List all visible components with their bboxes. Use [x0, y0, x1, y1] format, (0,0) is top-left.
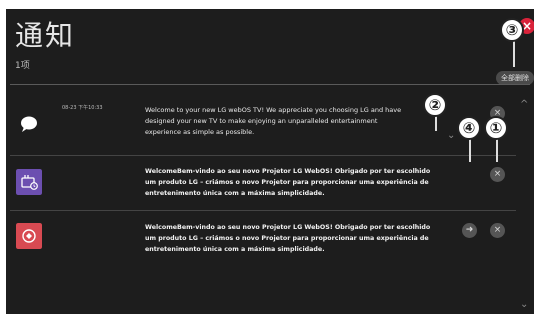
- scroll-up-icon[interactable]: ^: [520, 99, 528, 110]
- go-button[interactable]: ➜: [462, 223, 477, 238]
- notification-message: WelcomeBem-vindo ao seu novo Projetor LG…: [145, 168, 431, 197]
- expand-chevron-icon[interactable]: ⌄: [447, 130, 455, 141]
- scroll-down-icon[interactable]: ⌄: [520, 299, 528, 310]
- refresh-circle-icon: [16, 223, 42, 249]
- row-divider: [10, 210, 516, 211]
- row-divider: [10, 155, 516, 156]
- header-divider: [10, 84, 530, 85]
- notification-timestamp: 08-23 下午10:33: [62, 105, 103, 111]
- callout-4: ④: [457, 116, 481, 140]
- dismiss-button[interactable]: ×: [490, 223, 505, 238]
- callout-1: ①: [484, 116, 508, 140]
- notification-message: WelcomeBem-vindo ao seu novo Projetor LG…: [145, 224, 431, 253]
- callout-2: ②: [423, 93, 447, 117]
- notification-screen: 通知 1项 × 全部删除 08-23 下午10:33 Welcome to yo…: [6, 9, 534, 314]
- dismiss-button[interactable]: ×: [490, 167, 505, 182]
- delete-all-button[interactable]: 全部删除: [496, 71, 534, 85]
- notification-message: Welcome to your new LG webOS TV! We appr…: [145, 106, 402, 136]
- projector-clock-icon: [16, 169, 42, 195]
- notification-count: 1项: [15, 61, 30, 71]
- callout-3: ③: [500, 18, 524, 42]
- chat-bubble-icon: [21, 116, 37, 132]
- callout-leader: [513, 41, 515, 67]
- page-title: 通知: [15, 19, 76, 52]
